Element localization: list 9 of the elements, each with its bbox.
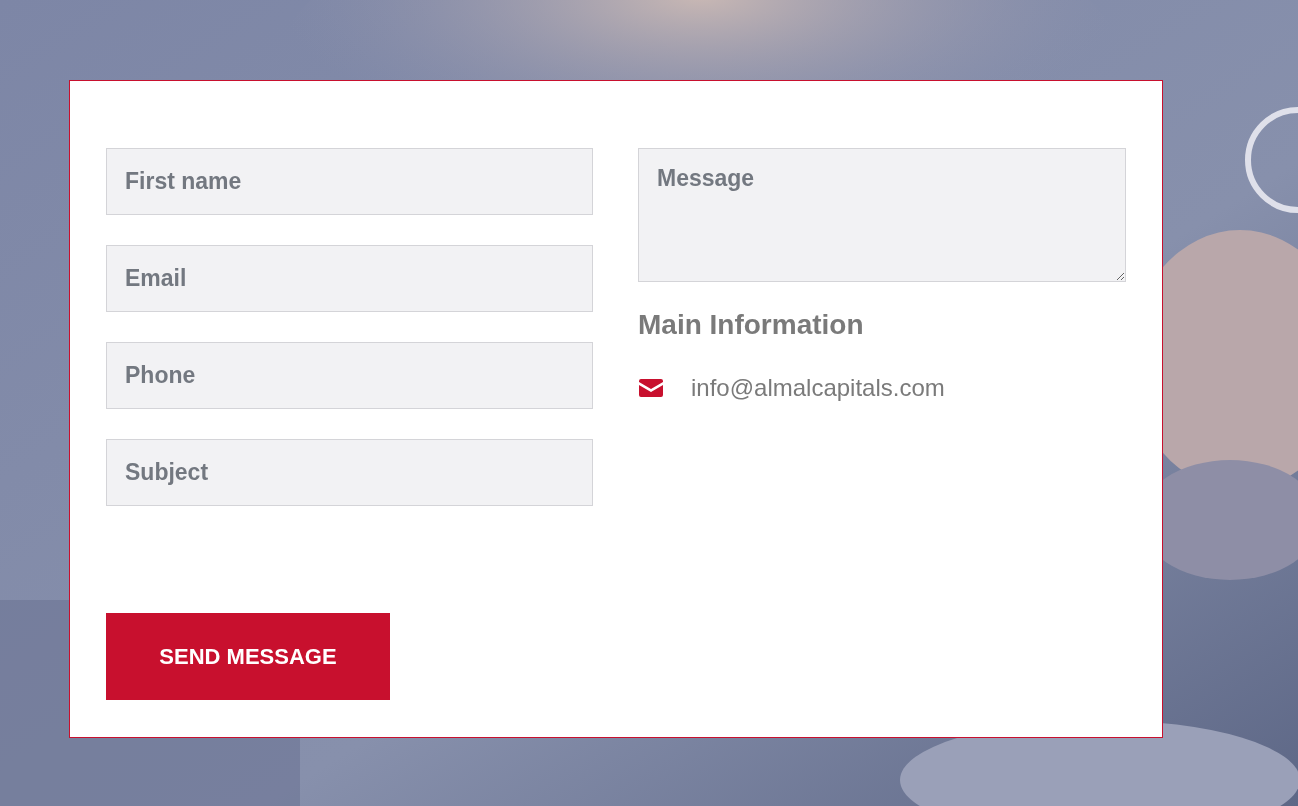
input-field[interactable]: Phone (106, 342, 593, 409)
section-heading: Main Information (638, 308, 865, 342)
input-field[interactable]: Subject (106, 439, 593, 506)
input-field[interactable]: Email (106, 245, 593, 312)
message-field[interactable]: Message (638, 148, 1126, 282)
email-address: info@almalcapitals.com (691, 372, 945, 403)
send-button[interactable]: SEND MESSAGE (106, 613, 390, 700)
input-field[interactable]: First name (106, 148, 593, 215)
envelope-icon (639, 378, 663, 397)
